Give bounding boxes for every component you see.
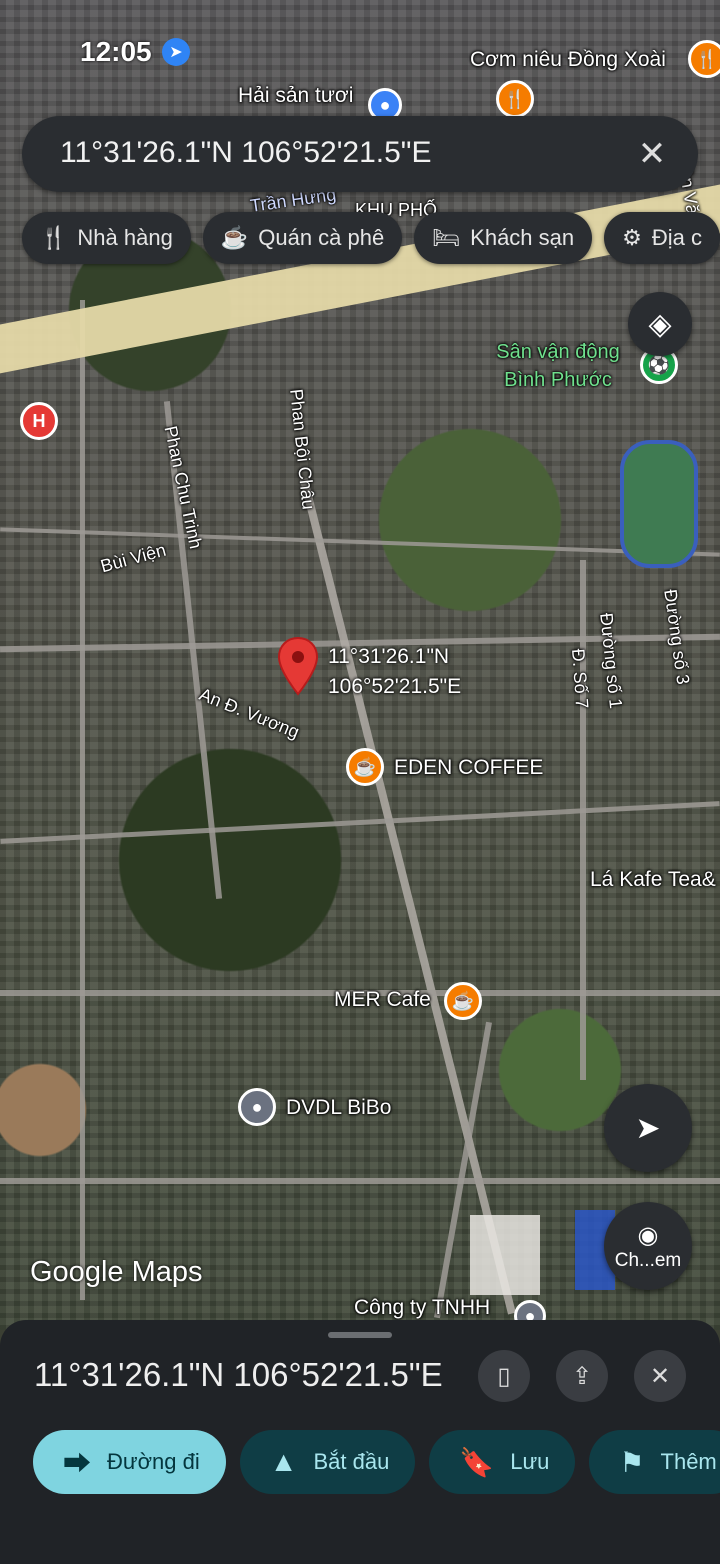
close-button[interactable]: ✕ (634, 1350, 686, 1402)
action-buttons: ⮕ Đường đi ▲ Bắt đầu 🔖 Lưu ⚑ Thêm (33, 1430, 720, 1494)
label-dvdl-bibo[interactable]: DVDL BiBo (286, 1096, 391, 1120)
screenshot-search-label: Ch...em (614, 1249, 682, 1271)
chip-restaurant[interactable]: 🍴 Nhà hàng (22, 212, 191, 264)
layers-icon: ◈ (648, 307, 672, 341)
cafe-icon: ☕ (220, 225, 249, 250)
pin-coordinates-label: 11°31'26.1"N 106°52'21.5"E (328, 642, 461, 702)
status-time: 12:05 (80, 36, 152, 67)
attraction-icon: ⚙ (622, 225, 642, 250)
add-button[interactable]: ⚑ Thêm (589, 1430, 720, 1494)
save-button[interactable]: 🔖 Lưu (429, 1430, 576, 1494)
hotel-icon: 🛏 (432, 225, 461, 250)
label-phan-boi-chau: Phan Bội Châu (286, 388, 319, 511)
label-phan-chu-trinh: Phan Chu Trinh (160, 424, 207, 551)
bookmark-icon: ▯ (497, 1362, 511, 1390)
share-icon: ⇪ (571, 1362, 593, 1390)
label-hai-san: Hải sản tươi (238, 84, 354, 107)
google-maps-logo: Google Maps (30, 1256, 203, 1288)
pin-lng: 106°52'21.5"E (328, 675, 462, 698)
search-bar[interactable]: 11°31'26.1"N 106°52'21.5"E ✕ (22, 116, 698, 192)
start-button[interactable]: ▲ Bắt đầu (239, 1430, 416, 1494)
location-status-icon: ➤ (162, 38, 190, 66)
chip-label: Khách sạn (470, 225, 575, 250)
layers-button[interactable]: ◈ (628, 292, 692, 356)
search-query[interactable]: 11°31'26.1"N 106°52'21.5"E (60, 136, 431, 170)
hospital-poi-icon[interactable]: H (20, 402, 58, 440)
label-duong-so-1: Đường số 1 (596, 612, 627, 710)
close-icon[interactable]: ✕ (630, 132, 674, 176)
label-cong-ty[interactable]: Công ty TNHH (354, 1296, 490, 1320)
chip-label: Quán cà phê (258, 225, 385, 250)
restaurant-poi-icon[interactable]: 🍴 (496, 80, 534, 118)
lens-icon: ◉ (637, 1221, 659, 1249)
bottom-sheet: 11°31'26.1"N 106°52'21.5"E ▯ ⇪ ✕ ⮕ Đường … (0, 1320, 720, 1564)
navigate-icon: ▲ (269, 1446, 298, 1477)
cafe-poi-icon[interactable]: ☕ (444, 982, 482, 1020)
directions-icon: ⮕ (63, 1448, 92, 1479)
restaurant-icon: 🍴 (40, 225, 68, 250)
directions-button[interactable]: ⮕ Đường đi (33, 1430, 226, 1494)
label-stadium: Sân vận động Bình Phước (496, 341, 620, 391)
label-mer-cafe[interactable]: MER Cafe (334, 988, 431, 1012)
label-eden-coffee[interactable]: EDEN COFFEE (394, 756, 543, 780)
pin-lat: 11°31'26.1"N (328, 645, 450, 668)
label-com-nieu: Cơm niêu Đồng Xoài (470, 48, 666, 71)
flag-icon: ⚑ (619, 1446, 645, 1478)
chip-hotel[interactable]: 🛏 Khách sạn (414, 212, 593, 264)
action-label: Đường đi (107, 1449, 200, 1474)
action-label: Bắt đầu (313, 1449, 390, 1474)
drag-handle[interactable] (328, 1332, 392, 1338)
label-la-kafe[interactable]: Lá Kafe Tea& (590, 868, 716, 892)
action-label: Lưu (510, 1449, 550, 1474)
chip-cafe[interactable]: ☕ Quán cà phê (202, 212, 403, 264)
place-title: 11°31'26.1"N 106°52'21.5"E (34, 1356, 443, 1393)
place-poi-icon[interactable]: ● (238, 1088, 276, 1126)
close-icon: ✕ (649, 1362, 671, 1390)
location-pin-icon[interactable] (276, 636, 320, 696)
my-location-button[interactable]: ➤ (604, 1084, 692, 1172)
label-d-so-7: Đ. Số 7 (568, 648, 593, 710)
cafe-poi-icon[interactable]: ☕ (346, 748, 384, 786)
chip-label: Nhà hàng (77, 225, 173, 250)
restaurant-poi-icon[interactable]: 🍴 (688, 40, 720, 78)
bookmark-icon: 🔖 (459, 1446, 495, 1478)
navigation-arrow-icon: ➤ (635, 1111, 661, 1145)
save-icon-button[interactable]: ▯ (478, 1350, 530, 1402)
label-bui-vien: Bùi Viện (98, 539, 169, 577)
screenshot-search-button[interactable]: ◉ Ch...em (604, 1202, 692, 1290)
chip-attraction[interactable]: ⚙ Địa c (604, 212, 720, 264)
category-chips: 🍴 Nhà hàng ☕ Quán cà phê 🛏 Khách sạn ⚙ Địa c (22, 212, 720, 266)
share-button[interactable]: ⇪ (556, 1350, 608, 1402)
chip-label: Địa c (651, 225, 702, 250)
action-label: Thêm (660, 1449, 717, 1474)
